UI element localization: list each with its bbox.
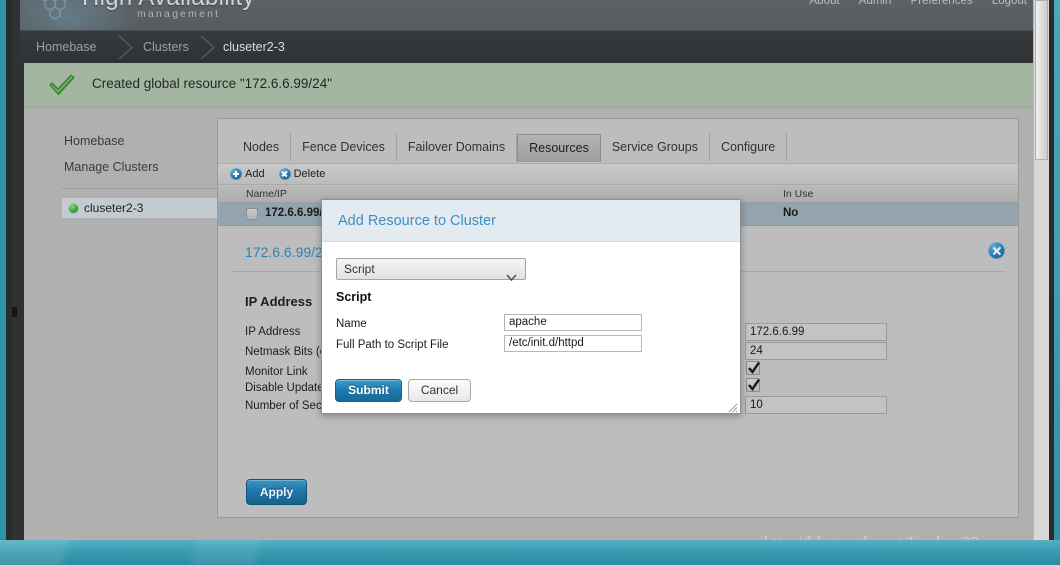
sidebar-cluster-label: cluseter2-3 [84,201,144,215]
column-header-in-use: In Use [783,188,814,200]
field-label-ip-address: IP Address [245,326,301,338]
tab-bar: Nodes Fence Devices Failover Domains Res… [218,119,1018,165]
app-header: High Availability management About Admin… [20,0,1039,46]
header-link-logout[interactable]: Logout [992,0,1027,7]
browser-window: High Availability management About Admin… [6,0,1054,552]
sidebar-divider [62,188,218,189]
green-status-dot-icon [69,203,78,213]
status-banner: Created global resource "172.6.6.99/24" [24,63,1039,108]
tab-service-groups[interactable]: Service Groups [601,133,710,161]
modal-body: Script Script Name apache Full Path to S… [322,242,740,414]
scrollbar-thumb[interactable] [1035,0,1048,160]
submit-button[interactable]: Submit [335,379,402,402]
breadcrumb-item-current: cluseter2-3 [223,40,285,54]
resource-type-select-value: Script [344,262,375,276]
field-checkbox-disable-updates[interactable] [746,378,760,392]
vertical-scrollbar[interactable] [1033,0,1049,552]
field-input-netmask-bits[interactable]: 24 [745,342,887,360]
delete-button[interactable]: Delete [278,168,326,180]
cancel-button[interactable]: Cancel [408,379,471,402]
modal-field-label-name: Name [336,318,367,330]
modal-field-input-script-path[interactable]: /etc/init.d/httpd [504,335,642,352]
plus-circle-icon [230,168,242,180]
tab-failover-domains[interactable]: Failover Domains [397,133,518,161]
tab-configure[interactable]: Configure [710,133,788,161]
sidebar-item-cluster[interactable]: cluseter2-3 [61,197,219,219]
column-header-name-ip: Name/IP [246,188,287,200]
apply-button[interactable]: Apply [246,479,307,505]
add-button-label: Add [245,168,265,180]
add-resource-modal: Add Resource to Cluster Script Script Na… [321,199,741,414]
tab-resources[interactable]: Resources [517,134,601,162]
breadcrumb: Homebase Clusters cluseter2-3 [20,30,1039,63]
screen: High Availability management About Admin… [0,0,1060,565]
tab-fence-devices[interactable]: Fence Devices [291,133,397,161]
detail-panel-title: 172.6.6.99/24 [245,244,331,260]
header-link-preferences[interactable]: Preferences [911,0,973,7]
breadcrumb-item-homebase[interactable]: Homebase [36,31,96,64]
field-checkbox-monitor-link[interactable] [746,361,760,375]
x-circle-icon [278,168,291,180]
breadcrumb-separator-icon [116,35,138,60]
breadcrumb-separator-icon-2 [198,35,220,60]
hexagon-cluster-logo-icon [30,0,90,30]
header-link-admin[interactable]: Admin [859,0,892,7]
table-toolbar: Add Delete [218,163,1018,185]
desktop-bottom-strip [0,540,1060,565]
detail-section-title: IP Address [245,294,313,309]
breadcrumb-item-clusters[interactable]: Clusters [143,31,189,64]
cell-in-use: No [783,207,799,219]
modal-header: Add Resource to Cluster [322,200,740,242]
modal-field-input-name[interactable]: apache [504,314,642,331]
modal-field-label-script-path: Full Path to Script File [336,339,449,351]
delete-button-label: Delete [293,168,326,180]
field-input-sleep-seconds[interactable]: 10 [745,396,887,414]
window-left-gutter [12,0,24,552]
sidebar: Homebase Manage Clusters cluseter2-3 [44,128,219,219]
tab-nodes[interactable]: Nodes [232,133,292,161]
row-checkbox[interactable] [246,208,258,220]
green-check-icon [48,72,76,98]
modal-title: Add Resource to Cluster [338,213,496,229]
x-circle-close-icon[interactable] [988,242,1005,259]
desktop-sheen [0,540,1060,565]
resource-type-select[interactable]: Script [336,258,526,282]
add-button[interactable]: Add [230,168,265,180]
sidebar-item-homebase[interactable]: Homebase [44,128,219,154]
header-links: About Admin Preferences Logout [794,0,1027,7]
gutter-marker [12,307,17,317]
header-link-about[interactable]: About [810,0,840,7]
field-input-ip-address[interactable]: 172.6.6.99 [745,323,887,341]
resize-handle-icon[interactable] [726,400,738,413]
status-banner-message: Created global resource "172.6.6.99/24" [92,76,332,91]
brand-subtitle: management [137,8,221,20]
chevron-down-icon [506,267,517,287]
sidebar-item-manage-clusters[interactable]: Manage Clusters [44,154,219,180]
modal-section-title: Script [336,290,372,304]
